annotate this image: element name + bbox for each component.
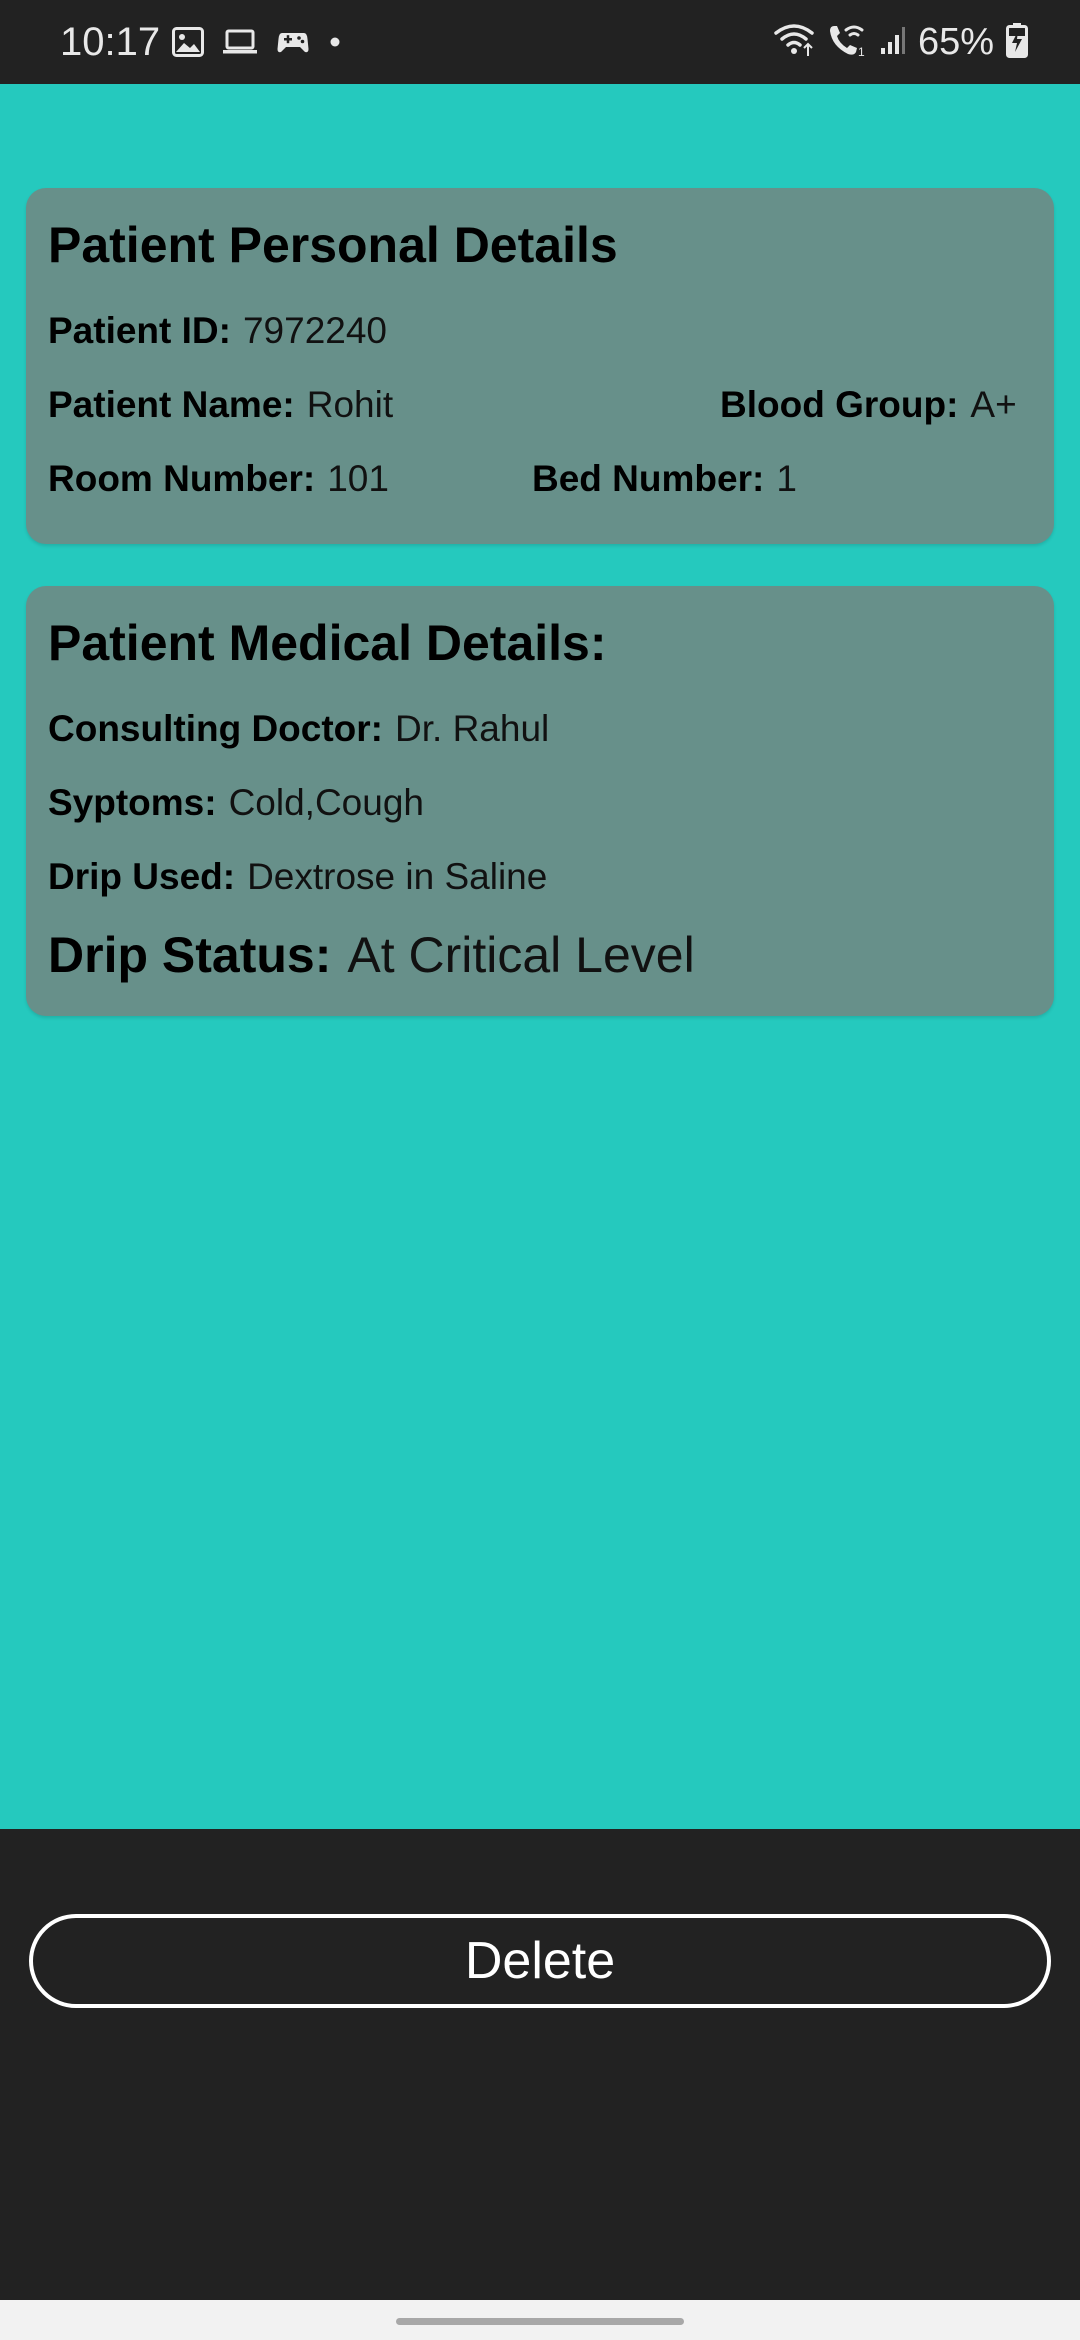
drip-used-value: Dextrose in Saline (247, 856, 548, 897)
game-controller-icon (276, 27, 310, 57)
drip-used-label: Drip Used: (48, 856, 236, 897)
dot-icon (328, 35, 342, 49)
room-number-label: Room Number: (48, 458, 316, 499)
patient-id-field: Patient ID: 7972240 (48, 310, 387, 352)
room-number-value: 101 (327, 458, 389, 499)
symptoms-label: Syptoms: (48, 782, 217, 823)
content-area: Patient Personal Details Patient ID: 7972… (0, 84, 1080, 1829)
battery-charging-icon (1006, 22, 1028, 63)
blood-group-label: Blood Group: (720, 384, 959, 425)
consulting-doctor-value: Dr. Rahul (395, 708, 550, 749)
wifi-icon (774, 22, 816, 63)
signal-icon (880, 24, 906, 61)
personal-details-card: Patient Personal Details Patient ID: 7972… (26, 188, 1054, 544)
drip-used-field: Drip Used: Dextrose in Saline (48, 856, 547, 898)
bottom-action-area: Delete (0, 1829, 1080, 2300)
bed-number-label: Bed Number: (532, 458, 765, 499)
battery-percentage: 65% (917, 21, 994, 63)
consulting-doctor-field: Consulting Doctor: Dr. Rahul (48, 708, 549, 750)
status-bar: 10:17 1 65% (0, 0, 1080, 84)
svg-text:1: 1 (858, 45, 865, 58)
patient-name-field: Patient Name: Rohit (48, 384, 393, 426)
symptoms-value: Cold,Cough (228, 782, 424, 823)
status-notification-icons (172, 22, 342, 62)
consulting-doctor-label: Consulting Doctor: (48, 708, 384, 749)
blood-group-value: A+ (970, 384, 1017, 425)
drip-status-field: Drip Status: At Critical Level (48, 926, 695, 984)
room-number-field: Room Number: 101 (48, 458, 389, 500)
drip-status-label: Drip Status: (48, 927, 332, 983)
bed-number-value: 1 (776, 458, 797, 499)
symptoms-field: Syptoms: Cold,Cough (48, 782, 424, 824)
blood-group-field: Blood Group: A+ (720, 384, 1017, 426)
patient-name-value: Rohit (306, 384, 394, 425)
bed-number-field: Bed Number: 1 (532, 458, 797, 500)
patient-id-value: 7972240 (242, 310, 388, 351)
medical-details-card: Patient Medical Details: Consulting Doct… (26, 586, 1054, 1016)
medical-details-title: Patient Medical Details: (48, 615, 607, 671)
patient-id-label: Patient ID: (48, 310, 231, 351)
gallery-icon (172, 27, 204, 57)
navigation-bar (0, 2300, 1080, 2340)
status-system-icons: 1 65% (774, 20, 1028, 64)
drip-status-value: At Critical Level (347, 927, 695, 983)
personal-details-title: Patient Personal Details (48, 217, 618, 273)
wifi-calling-icon: 1 (828, 22, 868, 63)
home-indicator[interactable] (396, 2318, 684, 2325)
patient-name-label: Patient Name: (48, 384, 295, 425)
status-time: 10:17 (60, 20, 161, 64)
laptop-icon (222, 28, 258, 56)
delete-button[interactable]: Delete (29, 1914, 1051, 2008)
